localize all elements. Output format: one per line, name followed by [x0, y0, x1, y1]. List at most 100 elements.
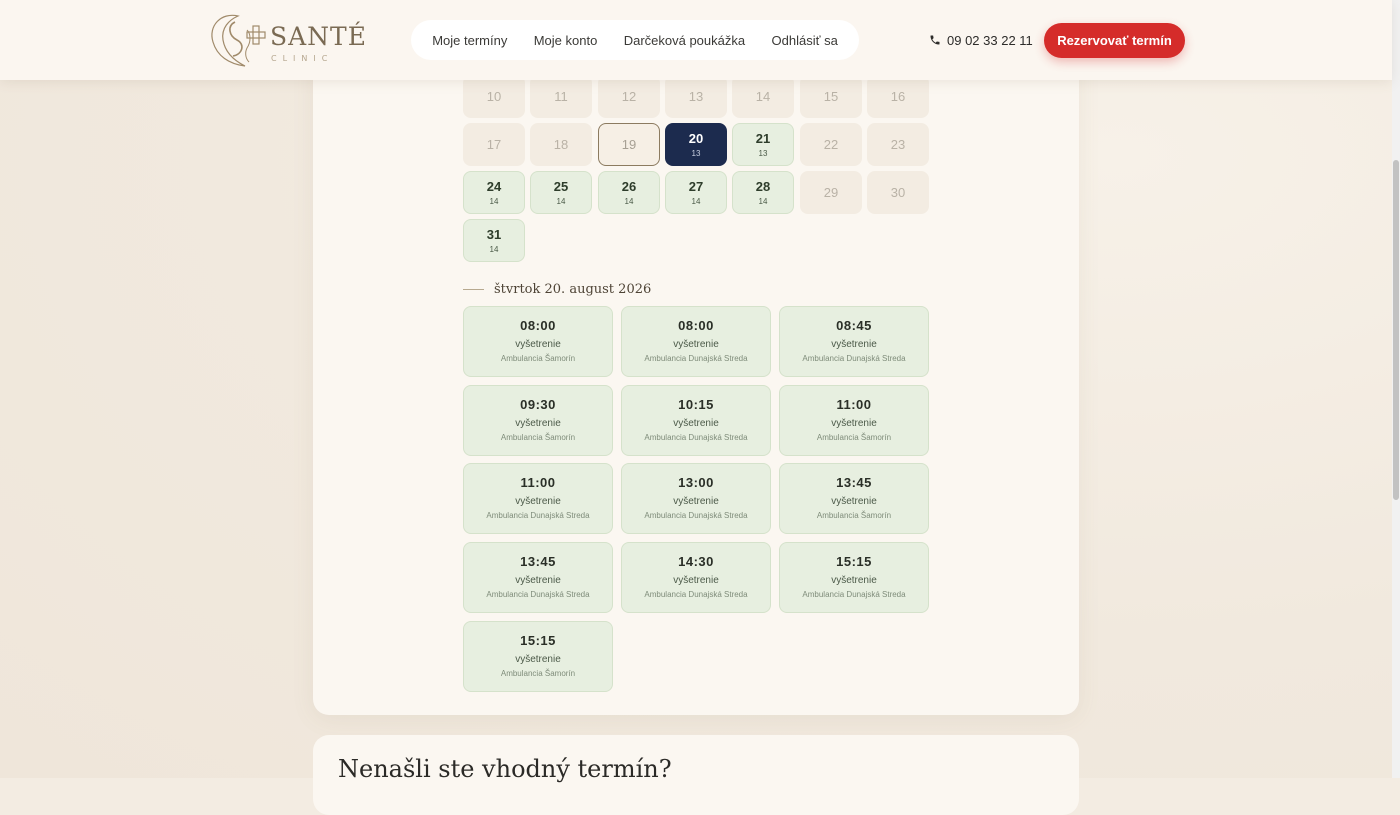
time-slot[interactable]: 08:00 vyšetrenie Ambulancia Dunajská Stred… [621, 306, 771, 377]
slot-location: Ambulancia Šamorín [816, 433, 892, 442]
slot-service: vyšetrenie [515, 339, 561, 350]
slot-location: Ambulancia Šamorín [816, 511, 892, 520]
calendar-day[interactable]: 26 14 [598, 171, 660, 214]
slot-service: vyšetrenie [673, 575, 719, 586]
calendar-day[interactable]: 27 14 [665, 171, 727, 214]
calendar-day: 22 [800, 123, 862, 166]
calendar-day: 16 [867, 75, 929, 118]
calendar-day-number: 14 [755, 89, 771, 104]
time-slot[interactable]: 11:00 vyšetrenie Ambulancia Šamorín [779, 385, 929, 456]
calendar-day-slot-count: 14 [758, 197, 768, 206]
slot-location: Ambulancia Dunajská Streda [802, 354, 906, 363]
scrollbar-thumb[interactable] [1393, 160, 1399, 500]
slot-time: 13:00 [678, 475, 714, 490]
calendar-day[interactable]: 28 14 [732, 171, 794, 214]
nav-logout[interactable]: Odhlásiť sa [764, 33, 846, 48]
nav-my-account[interactable]: Moje konto [526, 33, 606, 48]
slot-service: vyšetrenie [673, 418, 719, 429]
slot-service: vyšetrenie [673, 339, 719, 350]
calendar-day-number: 27 [688, 179, 704, 194]
calendar-day-number: 17 [486, 137, 502, 152]
slot-service: vyšetrenie [515, 496, 561, 507]
calendar-day-number: 21 [755, 131, 771, 146]
site-header: SANTÉ CLINIC Moje termíny Moje konto Dar… [0, 0, 1392, 80]
calendar-day-slot-count: 14 [691, 197, 701, 206]
calendar-day-slot-count: 14 [556, 197, 566, 206]
slot-service: vyšetrenie [515, 654, 561, 665]
calendar-day[interactable]: 25 14 [530, 171, 592, 214]
calendar-day[interactable]: 24 14 [463, 171, 525, 214]
alternative-card: Nenašli ste vhodný termín? [313, 735, 1079, 815]
phone-icon [930, 35, 940, 45]
slot-location: Ambulancia Dunajská Streda [644, 511, 748, 520]
calendar-day-number: 24 [486, 179, 502, 194]
alternative-title: Nenašli ste vhodný termín? [338, 755, 672, 783]
calendar-day: 11 [530, 75, 592, 118]
slot-time: 13:45 [836, 475, 872, 490]
logo-subtext: CLINIC [271, 54, 334, 63]
logo-text: SANTÉ [270, 22, 367, 51]
calendar-day-number: 13 [688, 89, 704, 104]
time-slot[interactable]: 13:45 vyšetrenie Ambulancia Dunajská Stred… [463, 542, 613, 613]
calendar-day: 14 [732, 75, 794, 118]
phone-link[interactable]: 09 02 33 22 11 [929, 31, 1033, 49]
calendar-day-number: 20 [688, 131, 704, 146]
calendar-day-number: 28 [755, 179, 771, 194]
time-slot[interactable]: 08:00 vyšetrenie Ambulancia Šamorín [463, 306, 613, 377]
calendar-day-number: 10 [486, 89, 502, 104]
calendar-day: 15 [800, 75, 862, 118]
slot-location: Ambulancia Dunajská Streda [644, 433, 748, 442]
calendar-day-number: 22 [823, 137, 839, 152]
time-slot[interactable]: 13:45 vyšetrenie Ambulancia Šamorín [779, 463, 929, 534]
slot-service: vyšetrenie [515, 575, 561, 586]
calendar-day-number: 19 [621, 137, 637, 152]
calendar-day: 19 [598, 123, 660, 166]
heading-line [463, 288, 484, 290]
slot-location: Ambulancia Šamorín [500, 433, 576, 442]
slot-time: 10:15 [678, 397, 714, 412]
time-slot[interactable]: 15:15 vyšetrenie Ambulancia Dunajská Stred… [779, 542, 929, 613]
slot-time: 13:45 [520, 554, 556, 569]
calendar-day-number: 26 [621, 179, 637, 194]
slot-location: Ambulancia Dunajská Streda [644, 590, 748, 599]
slot-time: 11:00 [836, 397, 872, 412]
time-slot[interactable]: 15:15 vyšetrenie Ambulancia Šamorín [463, 621, 613, 692]
slot-service: vyšetrenie [831, 496, 877, 507]
selected-date-heading: štvrtok 20. august 2026 [463, 279, 651, 299]
calendar-day-number: 11 [554, 89, 568, 104]
time-slot[interactable]: 10:15 vyšetrenie Ambulancia Dunajská Stred… [621, 385, 771, 456]
slot-time: 08:45 [836, 318, 872, 333]
time-slot[interactable]: 14:30 vyšetrenie Ambulancia Dunajská Stred… [621, 542, 771, 613]
main-nav: Moje termíny Moje konto Darčeková poukáž… [411, 20, 859, 60]
slot-time: 11:00 [520, 475, 556, 490]
slot-location: Ambulancia Dunajská Streda [644, 354, 748, 363]
time-slot[interactable]: 08:45 vyšetrenie Ambulancia Dunajská Stred… [779, 306, 929, 377]
calendar-day-slot-count: 14 [489, 245, 499, 254]
calendar-day[interactable]: 31 14 [463, 219, 525, 262]
page-scrollbar[interactable] [1392, 0, 1400, 778]
time-slot[interactable]: 11:00 vyšetrenie Ambulancia Dunajská Stred… [463, 463, 613, 534]
calendar-day-slot-count: 14 [624, 197, 634, 206]
time-slot[interactable]: 09:30 vyšetrenie Ambulancia Šamorín [463, 385, 613, 456]
calendar-day-slot-count: 13 [691, 149, 701, 158]
slot-location: Ambulancia Dunajská Streda [486, 511, 590, 520]
nav-my-appointments[interactable]: Moje termíny [424, 33, 515, 48]
calendar-day-number: 12 [621, 89, 637, 104]
calendar-day: 12 [598, 75, 660, 118]
slot-location: Ambulancia Dunajská Streda [486, 590, 590, 599]
calendar-day[interactable]: 20 13 [665, 123, 727, 166]
calendar-day-number: 30 [890, 185, 906, 200]
slot-time: 08:00 [520, 318, 556, 333]
calendar-day[interactable]: 21 13 [732, 123, 794, 166]
slot-service: vyšetrenie [831, 339, 877, 350]
calendar-day-number: 16 [890, 89, 906, 104]
slot-service: vyšetrenie [831, 575, 877, 586]
book-appointment-button[interactable]: Rezervovať termín [1044, 23, 1185, 58]
calendar-day-slot-count: 13 [758, 149, 768, 158]
slot-time: 09:30 [520, 397, 556, 412]
time-slot[interactable]: 13:00 vyšetrenie Ambulancia Dunajská Stred… [621, 463, 771, 534]
nav-gift-voucher[interactable]: Darčeková poukážka [616, 33, 753, 48]
slot-service: vyšetrenie [515, 418, 561, 429]
slot-service: vyšetrenie [831, 418, 877, 429]
calendar-day: 23 [867, 123, 929, 166]
